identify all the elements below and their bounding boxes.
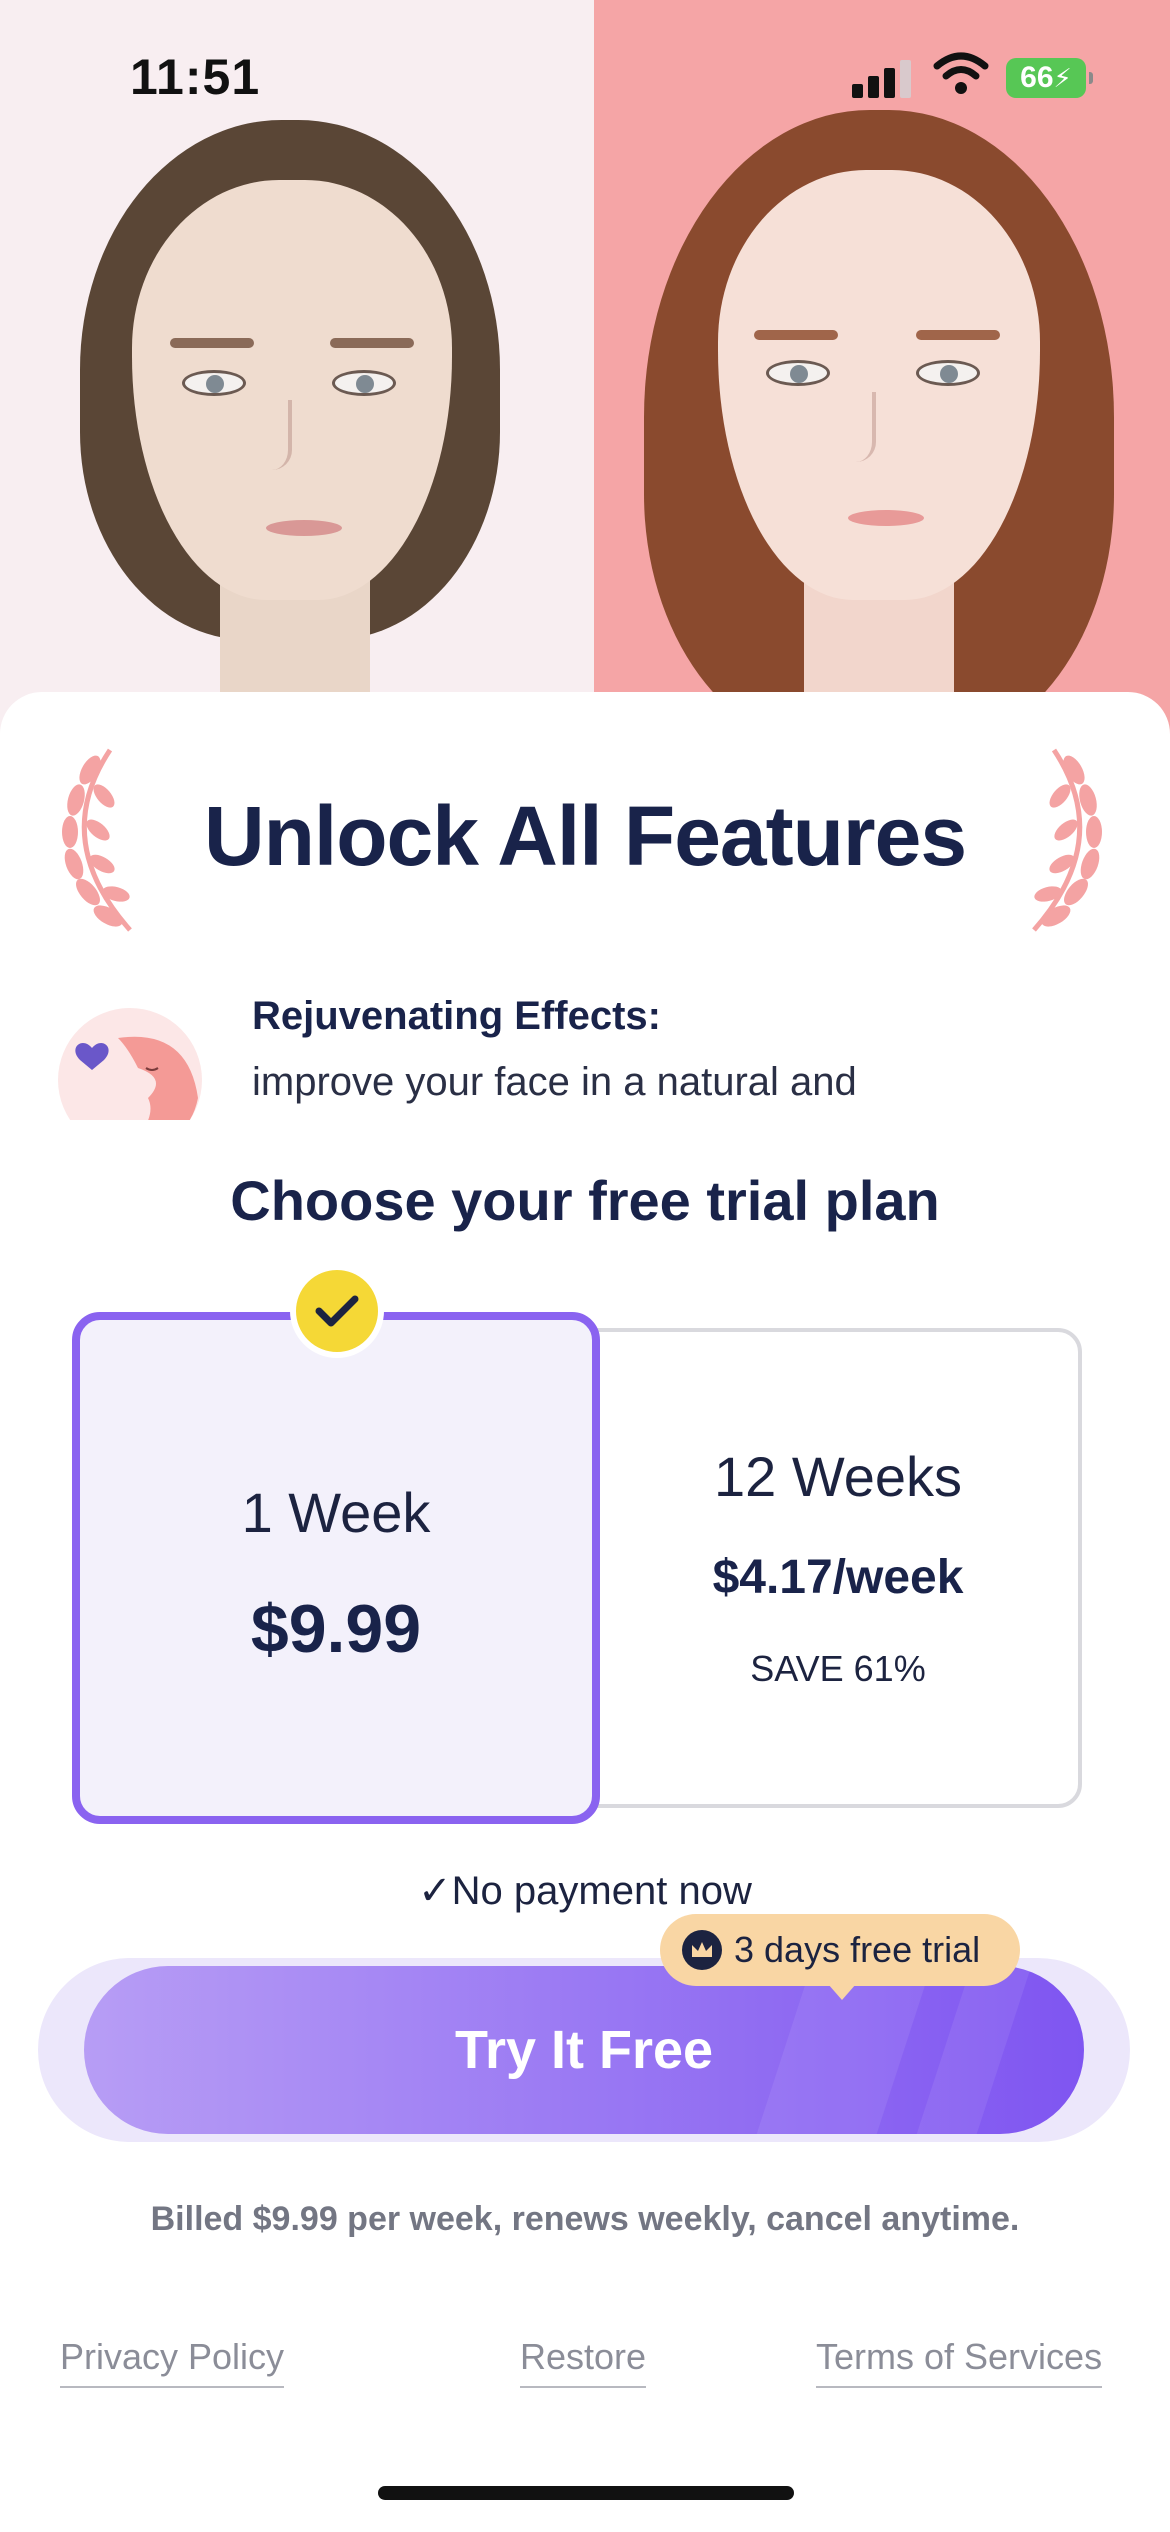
no-payment-note: ✓No payment now — [0, 1868, 1170, 1914]
plan-name: 1 Week — [241, 1481, 431, 1544]
feature-title: Rejuvenating Effects: — [252, 994, 661, 1038]
try-it-free-button[interactable]: Try It Free — [84, 1966, 1084, 2134]
battery-charging-icon: 66 ⚡ — [1006, 58, 1093, 98]
signal-icon — [852, 58, 912, 98]
plan-save-badge: SAVE 61% — [750, 1648, 926, 1689]
plan-price: $4.17/week — [712, 1551, 964, 1604]
billing-note: Billed $9.99 per week, renews weekly, ca… — [150, 2200, 1020, 2238]
plan-option-12-weeks[interactable]: 12 Weeks $4.17/week SAVE 61% — [594, 1328, 1082, 1808]
page-title: Unlock All Features — [203, 789, 967, 883]
home-indicator[interactable] — [378, 2486, 794, 2500]
plan-heading: Choose your free trial plan — [230, 1169, 940, 1232]
battery-level: 66 — [1020, 61, 1054, 94]
feature-description: improve your face in a natural and — [252, 1060, 857, 1104]
checkmark-icon: ✓ — [418, 1869, 452, 1913]
plan-price: $9.99 — [250, 1591, 422, 1667]
status-bar: 11:51 66 ⚡ — [0, 0, 1170, 150]
privacy-policy-link[interactable]: Privacy Policy — [60, 2336, 285, 2388]
free-trial-text: 3 days free trial — [734, 1929, 981, 1970]
wifi-icon — [933, 52, 989, 94]
no-payment-text: No payment now — [451, 1869, 752, 1913]
plan-name: 12 Weeks — [714, 1445, 962, 1508]
cta-label: Try It Free — [454, 2020, 714, 2080]
restore-link[interactable]: Restore — [520, 2336, 647, 2388]
free-trial-badge: 3 days free trial — [660, 1914, 1020, 2000]
selected-check-icon — [290, 1264, 384, 1358]
feature-item: Rejuvenating Effects: improve your face … — [0, 980, 1170, 1120]
plan-option-1-week[interactable]: 1 Week $9.99 — [72, 1312, 600, 1824]
crown-icon — [682, 1930, 722, 1970]
rejuvenating-face-icon — [58, 1008, 202, 1120]
terms-of-services-link[interactable]: Terms of Services — [816, 2336, 1103, 2388]
status-time: 11:51 — [130, 49, 261, 105]
